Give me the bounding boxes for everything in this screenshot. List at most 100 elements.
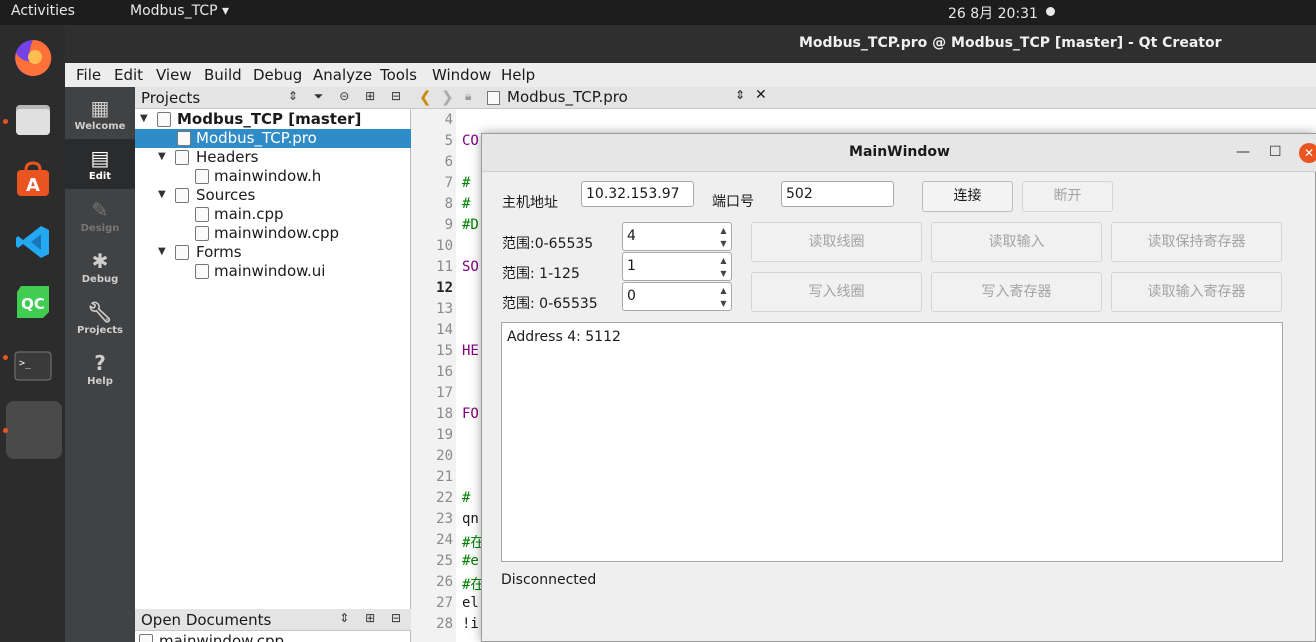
tree-label: main.cpp [214,205,284,223]
main-window-title-bar: MainWindow — ☐ ✕ [482,134,1316,172]
mode-design[interactable]: ✎ Design [65,191,135,241]
open-documents-header: Open Documents ⇕ ⊞ ⊟ [135,609,411,631]
close-icon[interactable]: ✕ [1299,143,1316,163]
code-line: # [462,490,471,506]
read-input-registers-button[interactable]: 读取输入寄存器 [1111,272,1282,312]
read-coils-button[interactable]: 读取线圈 [751,222,922,262]
mode-label: Welcome [74,121,126,132]
spin-down-icon[interactable]: ▼ [717,297,730,310]
document-icon: ▤ [90,146,110,170]
qt-title-bar: Modbus_TCP.pro @ Modbus_TCP [master] - Q… [65,25,1316,63]
tree-file-mainwindow-h[interactable]: mainwindow.h [135,167,411,186]
line-number: 8 [444,196,453,212]
host-input[interactable]: 10.32.153.97 [581,181,694,207]
port-input[interactable]: 502 [781,181,894,207]
line-number: 17 [436,385,453,401]
maximize-icon[interactable]: ☐ [1269,144,1282,160]
mode-bar: ▦ Welcome ▤ Edit ✎ Design ✱ Debug 🔧︎ Projects… [65,87,135,642]
status-dot-icon[interactable] [1046,7,1055,16]
software-icon[interactable]: A [6,153,60,207]
tree-pro-file[interactable]: Modbus_TCP.pro [135,129,411,148]
collapse-arrow-icon[interactable]: ▼ [158,189,166,200]
tree-headers-folder[interactable]: ▼ Headers [135,148,411,167]
vscode-icon[interactable] [6,215,60,269]
code-line: # [462,196,471,212]
write-registers-button[interactable]: 写入寄存器 [931,272,1102,312]
spin-up-icon[interactable]: ▲ [717,224,730,237]
menu-analyze[interactable]: Analyze [313,66,372,84]
menu-window[interactable]: Window [432,66,491,84]
open-documents-label: Open Documents [141,611,272,629]
tree-file-mainwindow-cpp[interactable]: mainwindow.cpp [135,224,411,243]
close-tab-icon[interactable]: ✕ [755,87,767,103]
read-holding-registers-button[interactable]: 读取保持寄存器 [1111,222,1282,262]
firefox-icon[interactable] [6,31,60,85]
minimize-icon[interactable]: — [1236,144,1250,160]
panel-tool-icons[interactable]: ⇕ ⊞ ⊟ [339,611,407,625]
mode-projects[interactable]: 🔧︎ Projects [65,293,135,343]
editor-tab-bar: ❮ ❯ 🔒︎ Modbus_TCP.pro ⇕ ✕ [411,87,1316,109]
line-number: 9 [444,217,453,233]
forward-arrow-icon[interactable]: ❯ [441,88,454,106]
menu-tools[interactable]: Tools [380,66,417,84]
mode-edit[interactable]: ▤ Edit [65,139,135,189]
ui-file-icon [195,264,209,279]
menu-build[interactable]: Build [204,66,242,84]
line-number: 15 [436,343,453,359]
host-label: 主机地址 [502,195,558,211]
activities-button[interactable]: Activities [11,3,75,19]
app-menu[interactable]: Modbus_TCP ▾ [130,3,229,19]
editor-tab-label[interactable]: Modbus_TCP.pro [507,88,628,106]
qt-window-title: Modbus_TCP.pro @ Modbus_TCP [master] - Q… [799,35,1222,51]
mode-debug[interactable]: ✱ Debug [65,242,135,292]
back-arrow-icon[interactable]: ❮ [419,88,432,106]
write-value-spinbox[interactable]: 0 ▲ ▼ [622,282,732,311]
clock[interactable]: 26 8月 20:31 [948,3,1038,23]
connect-button[interactable]: 连接 [922,181,1013,212]
files-icon[interactable] [6,92,60,146]
spin-down-icon[interactable]: ▼ [717,237,730,250]
terminal-icon[interactable]: >_ [6,339,60,393]
running-indicator [3,428,8,433]
status-label: Disconnected [501,572,597,588]
mode-label: Design [80,223,120,234]
menu-edit[interactable]: Edit [114,66,143,84]
code-line: qn [462,511,479,527]
menu-file[interactable]: File [76,66,101,84]
line-number: 19 [436,427,453,443]
panel-tool-icons[interactable]: ⇕ ⏷ ⊝ ⊞ ⊟ [288,89,407,104]
tree-file-mainwindow-ui[interactable]: mainwindow.ui [135,262,411,281]
spin-up-icon[interactable]: ▲ [717,284,730,297]
count-spinbox[interactable]: 1 ▲ ▼ [622,252,732,281]
collapse-arrow-icon[interactable]: ▼ [140,113,148,124]
line-number: 5 [444,133,453,149]
menu-help[interactable]: Help [501,66,535,84]
apps-icon[interactable] [6,401,62,459]
tree-file-main-cpp[interactable]: main.cpp [135,205,411,224]
qtcreator-icon[interactable]: QC [6,275,60,329]
start-address-spinbox[interactable]: 4 ▲ ▼ [622,222,732,251]
mode-welcome[interactable]: ▦ Welcome [65,89,135,139]
collapse-arrow-icon[interactable]: ▼ [158,246,166,257]
tree-sources-folder[interactable]: ▼ Sources [135,186,411,205]
line-number: 24 [436,532,453,548]
tree-forms-folder[interactable]: ▼ Forms [135,243,411,262]
spinbox-value: 4 [627,228,636,244]
read-inputs-button[interactable]: 读取输入 [931,222,1102,262]
range1-label: 范围:0-65535 [502,236,594,252]
code-line: #e [462,553,479,569]
collapse-arrow-icon[interactable]: ▼ [158,151,166,162]
menu-debug[interactable]: Debug [253,66,302,84]
menu-view[interactable]: View [156,66,192,84]
write-coils-button[interactable]: 写入线圈 [751,272,922,312]
spin-up-icon[interactable]: ▲ [717,254,730,267]
main-window-title: MainWindow [849,144,950,160]
output-text-area[interactable]: Address 4: 5112 [501,322,1283,562]
mode-help[interactable]: ? Help [65,344,135,394]
spin-down-icon[interactable]: ▼ [717,267,730,280]
tree-label: mainwindow.cpp [159,632,285,642]
tree-project-root[interactable]: ▼ Modbus_TCP [master] [135,110,411,129]
disconnect-button[interactable]: 断开 [1022,181,1113,212]
open-document-item[interactable]: mainwindow.cpp [135,632,411,642]
tab-dropdown-icon[interactable]: ⇕ [735,88,745,102]
